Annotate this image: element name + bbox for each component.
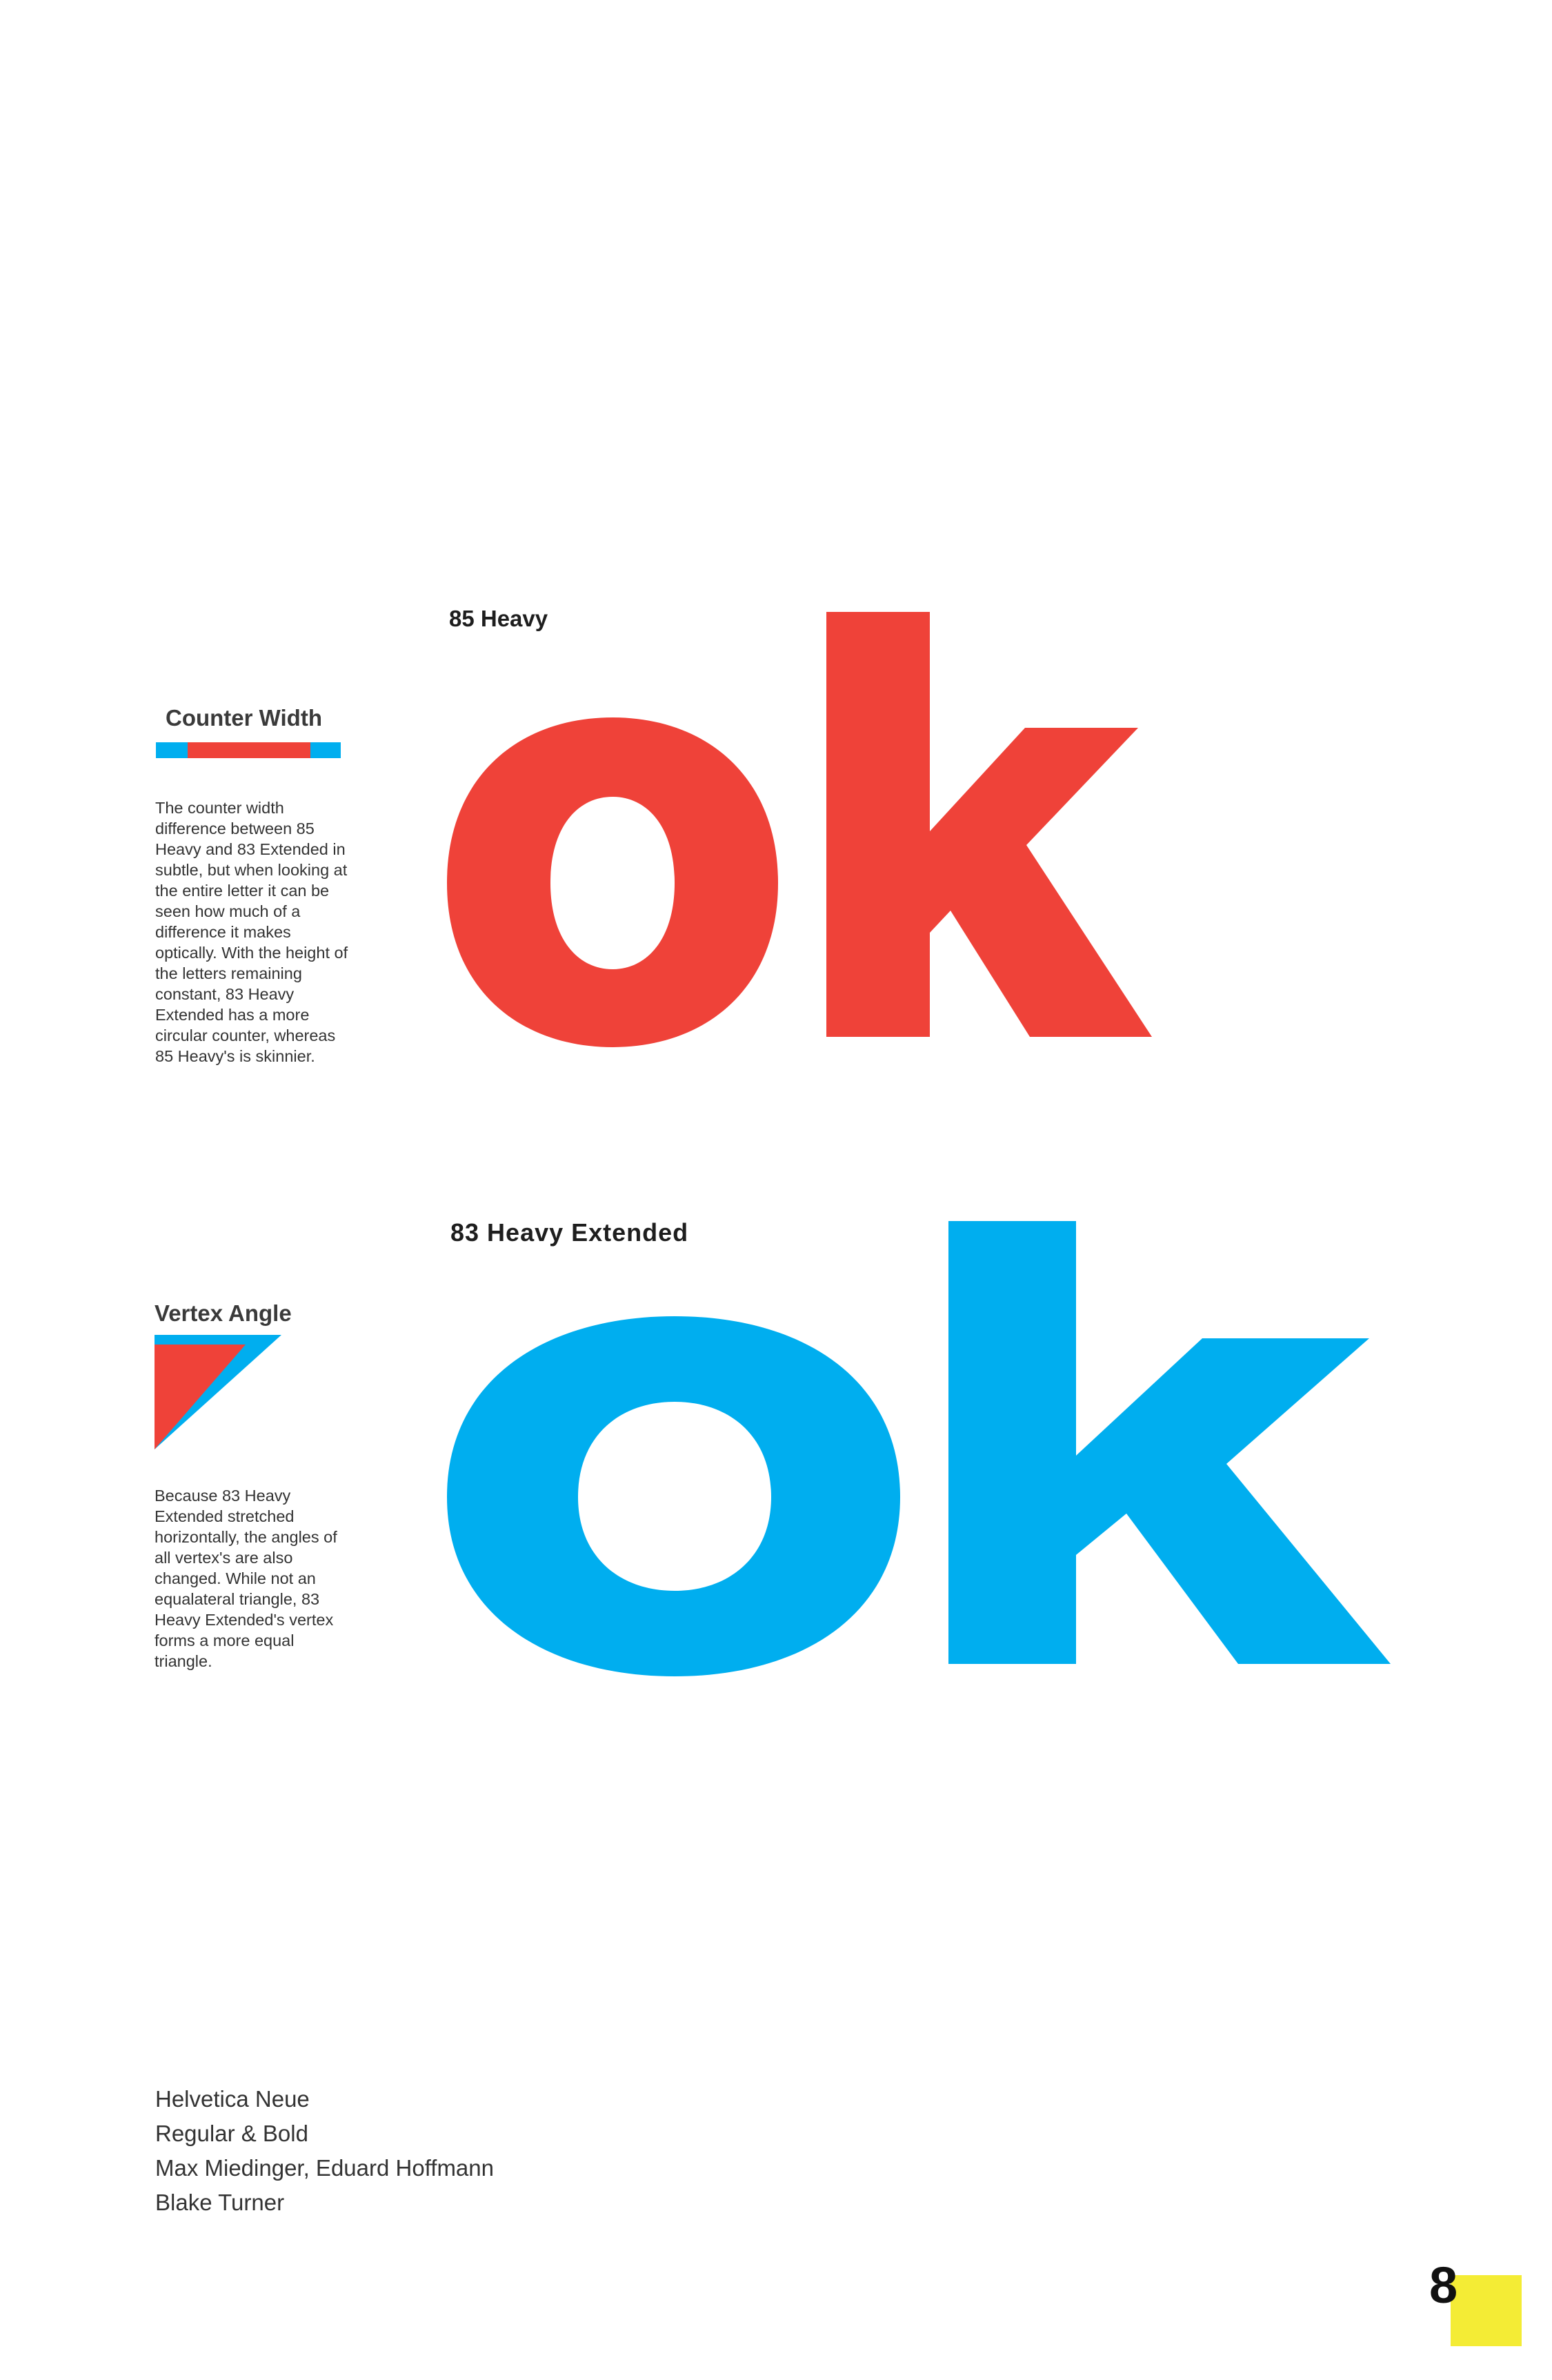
page-number: 8 (1429, 2257, 1458, 2314)
vertex-angle-heading: Vertex Angle (155, 1300, 292, 1326)
vertex-angle-diagram (155, 1335, 281, 1449)
counter-width-body: The counter width difference between 85 … (155, 799, 348, 1065)
credits-weights: Regular & Bold (155, 2121, 308, 2146)
counter-bar-red (188, 742, 310, 758)
credits-typeface: Helvetica Neue (155, 2086, 310, 2112)
counter-bar-blue-left (156, 742, 188, 758)
counter-width-heading: Counter Width (166, 705, 322, 731)
specimen-83-o (447, 1316, 900, 1676)
credits-designers: Max Miedinger, Eduard Hoffmann (155, 2155, 494, 2181)
page-number-square (1451, 2275, 1522, 2346)
counter-width-bar (156, 742, 341, 758)
credits-author: Blake Turner (155, 2190, 285, 2215)
specimen-85-k (826, 612, 1152, 1037)
specimen-85-o (447, 717, 778, 1047)
specimen-85-ok (447, 612, 1152, 1047)
specimen-83-ok (447, 1221, 1391, 1676)
counter-bar-blue-right (310, 742, 341, 758)
vertex-angle-body: Because 83 Heavy Extended stretched hori… (155, 1487, 337, 1670)
specimen-83-k (948, 1221, 1391, 1664)
credits-block: Helvetica Neue Regular & Bold Max Miedin… (155, 2082, 494, 2220)
